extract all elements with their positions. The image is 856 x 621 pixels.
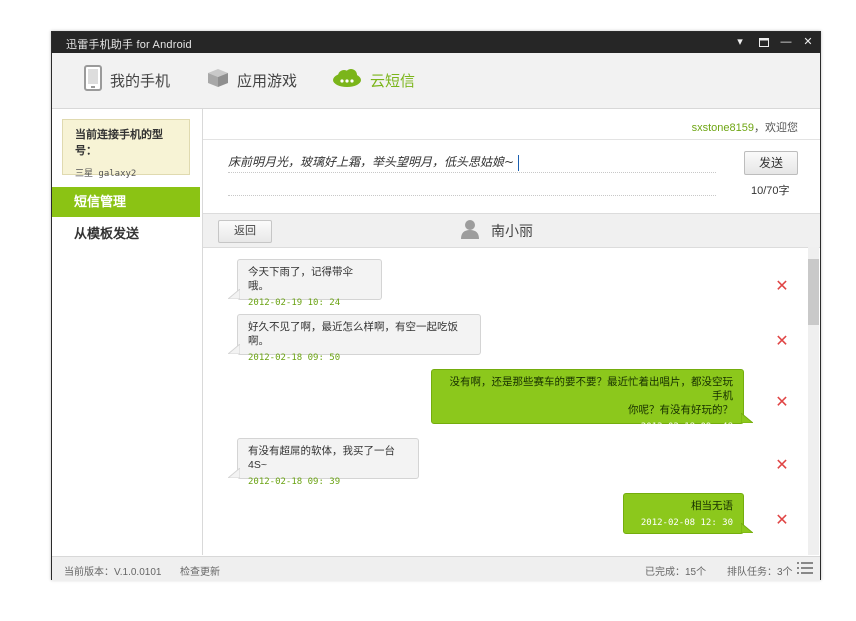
completed-count: 已完成：15个	[645, 567, 707, 578]
restore-window-icon[interactable]	[753, 32, 775, 53]
app-window: 迅雷手机助手 for Android ▾ — ✕ 我的手机 应用游戏 云短信 当…	[51, 31, 821, 581]
welcome-suffix: ，欢迎您	[754, 122, 798, 134]
device-model: 三星 galaxy2	[75, 169, 137, 179]
username-link[interactable]: sxstone8159	[692, 122, 754, 134]
person-icon	[461, 219, 479, 242]
message-bubble[interactable]: 相当无语 2012-02-08 12: 30	[623, 493, 744, 534]
message-bubble[interactable]: 有没有超屌的软体，我买了一台4S~ 2012-02-18 09: 39	[237, 438, 419, 487]
cloud-icon	[332, 68, 362, 92]
text-caret	[518, 154, 520, 171]
sidebar-item-sms-management[interactable]: 短信管理	[52, 187, 200, 217]
message-list: 今天下雨了，记得带伞哦。 2012-02-19 10: 24 ✕ 好久不见了啊，…	[203, 247, 820, 555]
delete-icon[interactable]: ✕	[775, 279, 789, 295]
message-bubble[interactable]: 今天下雨了，记得带伞哦。 2012-02-19 10: 24	[237, 259, 382, 308]
status-bar: 当前版本：V.1.0.0101 检查更新 已完成：15个 排队任务：3个	[52, 556, 820, 581]
title-bar: 迅雷手机助手 for Android ▾ — ✕	[52, 32, 820, 53]
back-button[interactable]: 返回	[218, 220, 272, 243]
message-text: 没有啊，还是那些赛车的要不要？最近忙着出唱片，都没空玩手机	[449, 376, 734, 402]
delete-icon[interactable]: ✕	[775, 395, 789, 411]
message-text: 有没有超屌的软体，我买了一台4S~	[248, 445, 395, 471]
bubble-tail	[741, 523, 753, 533]
tab-label: 应用游戏	[237, 72, 298, 90]
bubble-tail	[228, 289, 240, 299]
phone-icon	[84, 65, 102, 95]
top-navigation: 我的手机 应用游戏 云短信	[52, 53, 820, 109]
contact-info: 南小丽	[461, 220, 533, 241]
message-time: 2012-02-18 09: 48	[640, 422, 733, 432]
tab-label: 云短信	[370, 72, 416, 90]
device-header: 当前连接手机的型号：	[75, 129, 163, 157]
minimize-icon[interactable]: —	[775, 32, 797, 53]
delete-icon[interactable]: ✕	[775, 458, 789, 474]
device-info: 当前连接手机的型号： 三星 galaxy2	[62, 119, 190, 179]
main-panel: sxstone8159，欢迎您 床前明月光，玻璃好上霜，举头望明月，低头思姑娘~…	[203, 109, 820, 555]
scrollbar-thumb[interactable]	[808, 259, 819, 325]
tab-apps-games[interactable]: 应用游戏	[207, 65, 297, 95]
bubble-tail	[228, 468, 240, 478]
tab-my-phone[interactable]: 我的手机	[84, 65, 170, 95]
tab-cloud-sms[interactable]: 云短信	[332, 65, 415, 95]
message-time: 2012-02-18 09: 50	[248, 353, 341, 363]
queue-count: 排队任务：3个	[727, 567, 793, 578]
delete-icon[interactable]: ✕	[775, 334, 789, 350]
message-text: 今天下雨了，记得带伞哦。	[248, 266, 353, 292]
scrollbar[interactable]	[808, 247, 819, 555]
message-bubble[interactable]: 好久不见了啊，最近怎么样啊，有空一起吃饭啊。 2012-02-18 09: 50	[237, 314, 481, 363]
send-button[interactable]: 发送	[744, 151, 798, 175]
tab-label: 我的手机	[110, 72, 171, 90]
message-text-line2: 你呢？有没有好玩的？	[628, 404, 733, 416]
char-counter: 10/70字	[751, 185, 790, 197]
list-icon[interactable]	[797, 562, 813, 577]
input-line	[228, 172, 716, 173]
message-text: 床前明月光，玻璃好上霜，举头望明月，低头思姑娘~	[228, 155, 515, 169]
menu-dropdown-icon[interactable]: ▾	[729, 32, 751, 53]
conversation-header: 返回 南小丽	[203, 213, 820, 248]
box-icon	[207, 68, 229, 92]
close-icon[interactable]: ✕	[797, 32, 819, 53]
sidebar: 当前连接手机的型号： 三星 galaxy2 短信管理 从模板发送	[52, 109, 203, 555]
version-label: 当前版本：V.1.0.0101	[64, 567, 162, 578]
bubble-tail	[741, 413, 753, 423]
message-time: 2012-02-08 12: 30	[640, 518, 733, 528]
bubble-tail	[228, 344, 240, 354]
input-line	[228, 195, 716, 196]
message-text: 相当无语	[691, 500, 733, 512]
divider	[203, 139, 820, 140]
sidebar-item-send-from-template[interactable]: 从模板发送	[52, 219, 200, 249]
message-text: 好久不见了啊，最近怎么样啊，有空一起吃饭啊。	[248, 321, 458, 347]
contact-name: 南小丽	[491, 222, 533, 239]
welcome-text: sxstone8159，欢迎您	[692, 119, 798, 135]
window-title: 迅雷手机助手 for Android	[66, 39, 192, 51]
message-time: 2012-02-19 10: 24	[248, 298, 341, 308]
delete-icon[interactable]: ✕	[775, 513, 789, 529]
check-update-link[interactable]: 检查更新	[180, 563, 220, 578]
message-time: 2012-02-18 09: 39	[248, 477, 341, 487]
message-bubble[interactable]: 没有啊，还是那些赛车的要不要？最近忙着出唱片，都没空玩手机 你呢？有没有好玩的？…	[431, 369, 744, 432]
